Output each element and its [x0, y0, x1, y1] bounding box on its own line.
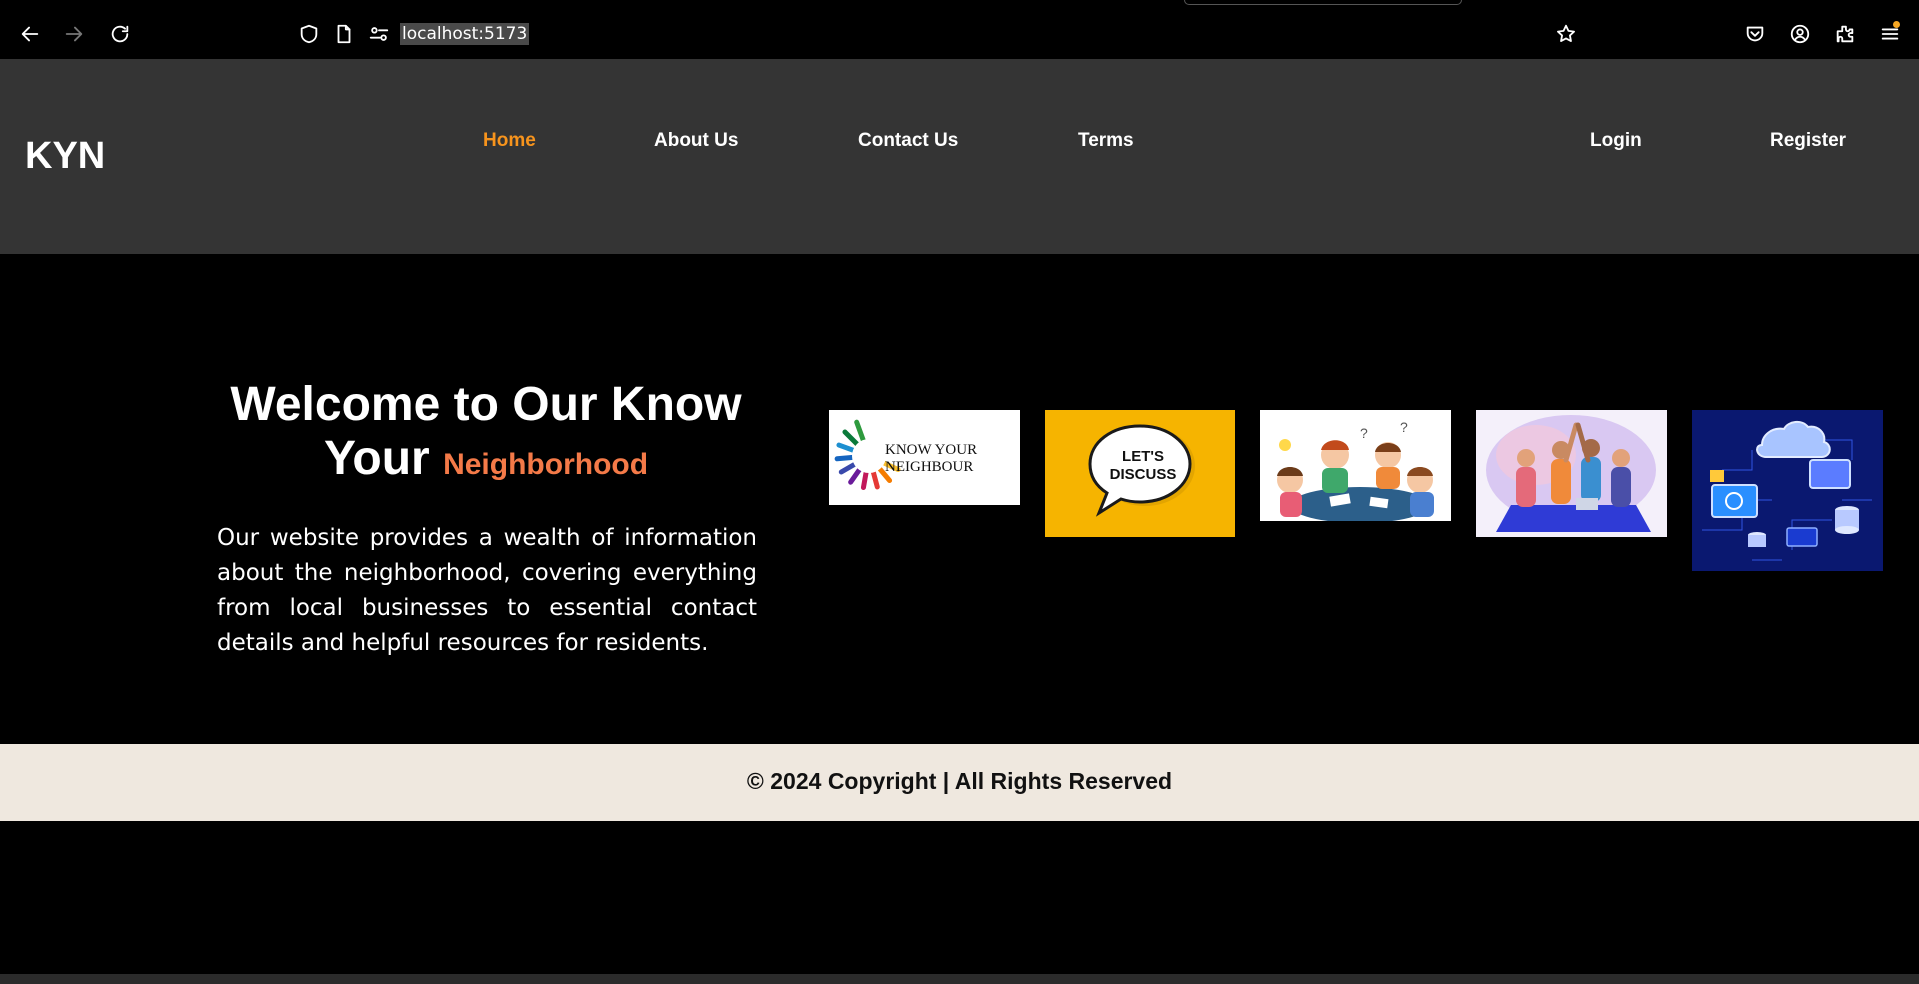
- know-your-neighbour-image: KNOW YOUR NEIGHBOUR: [829, 410, 1020, 505]
- neighbour-text: NEIGHBOUR: [885, 459, 973, 475]
- shield-icon[interactable]: [295, 20, 323, 48]
- url-text[interactable]: localhost:5173: [400, 23, 530, 45]
- nav-register[interactable]: Register: [1770, 130, 1846, 152]
- forward-arrow-icon[interactable]: [60, 20, 88, 48]
- notification-dot: [1893, 21, 1900, 28]
- lets-discuss-image: LET'S DISCUSS: [1045, 410, 1235, 537]
- account-icon[interactable]: [1786, 20, 1814, 48]
- bookmark-star-icon[interactable]: [1552, 20, 1580, 48]
- discuss-text: DISCUSS: [1110, 466, 1177, 483]
- nav-about-us[interactable]: About Us: [654, 130, 738, 152]
- hero-description: Our website provides a wealth of informa…: [217, 525, 757, 656]
- site-header: KYN Home About Us Contact Us Terms Login…: [0, 59, 1919, 254]
- site-logo[interactable]: KYN: [25, 135, 105, 178]
- popup-edge: [1184, 0, 1462, 5]
- reload-icon[interactable]: [106, 20, 134, 48]
- page-icon[interactable]: [330, 20, 358, 48]
- team-celebration-image: [1476, 410, 1667, 537]
- taskbar-strip: [0, 974, 1919, 984]
- svg-text:?: ?: [1400, 419, 1408, 435]
- svg-text:?: ?: [1360, 425, 1368, 441]
- lets-text: LET'S: [1122, 448, 1164, 465]
- browser-toolbar: localhost:5173: [0, 0, 1919, 59]
- nav-login[interactable]: Login: [1590, 130, 1642, 152]
- nav-home[interactable]: Home: [483, 130, 536, 152]
- know-your-text: KNOW YOUR: [885, 442, 977, 458]
- hero-section: Welcome to Our Know Your Neighborhood Ou…: [0, 254, 1919, 744]
- footer-copyright: © 2024 Copyright | All Rights Reserved: [746, 768, 1173, 794]
- pocket-icon[interactable]: [1741, 20, 1769, 48]
- nav-contact-us[interactable]: Contact Us: [858, 130, 958, 152]
- hero-title: Welcome to Our Know Your Neighborhood: [210, 378, 762, 492]
- hero-title-accent: Neighborhood: [443, 448, 649, 481]
- back-arrow-icon[interactable]: [16, 20, 44, 48]
- nav-terms[interactable]: Terms: [1078, 130, 1134, 152]
- extensions-icon[interactable]: [1831, 20, 1859, 48]
- site-footer: © 2024 Copyright | All Rights Reserved: [0, 744, 1919, 821]
- cloud-technology-image: [1692, 410, 1883, 571]
- permissions-icon[interactable]: [365, 20, 393, 48]
- kids-discussion-image: ? ?: [1260, 410, 1451, 521]
